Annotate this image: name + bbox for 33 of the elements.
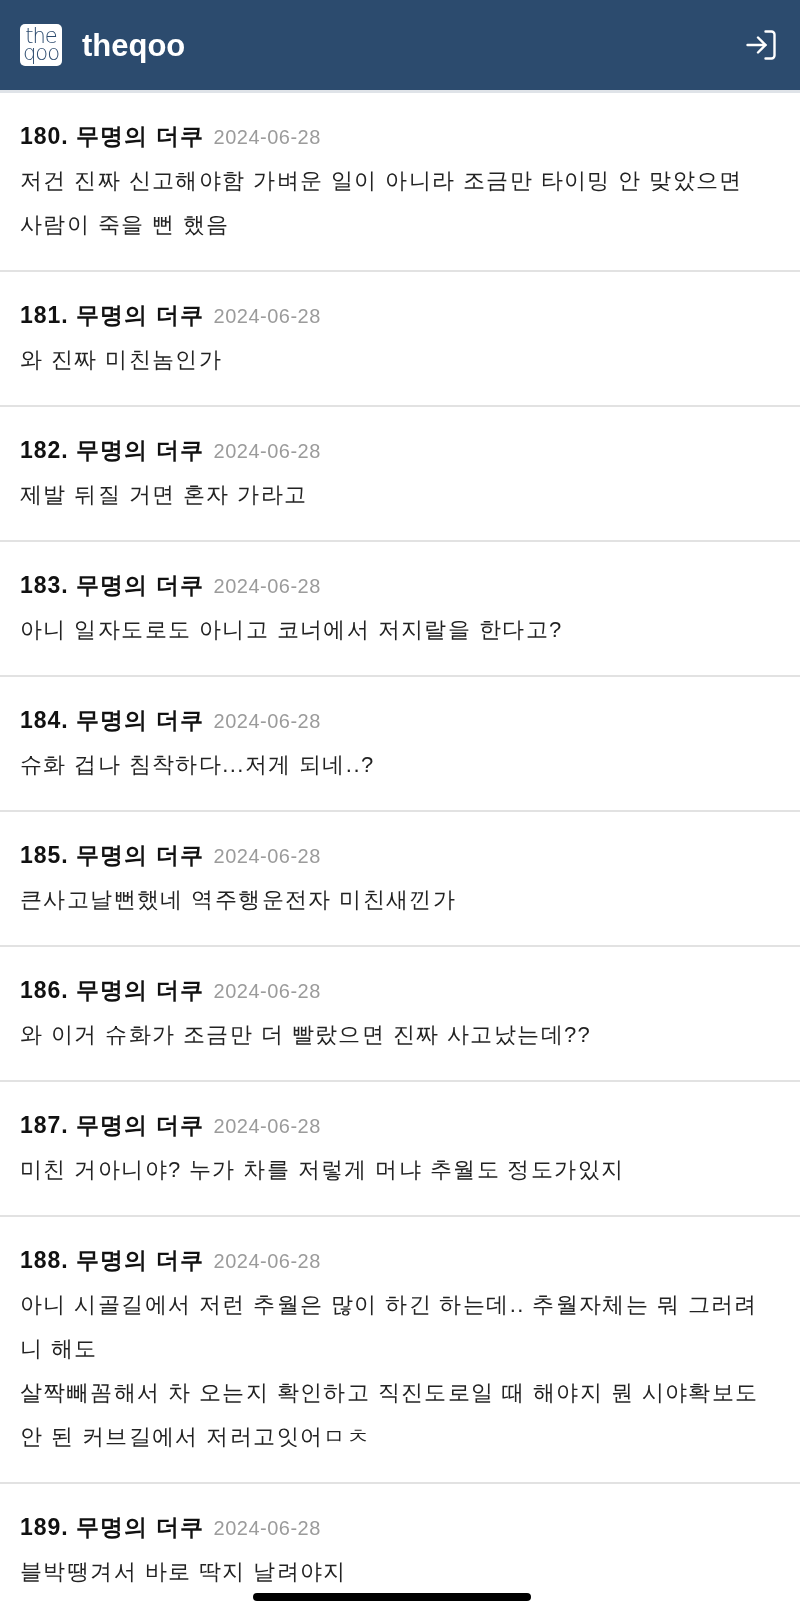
comment-date: 2024-06-28 [213,125,321,150]
comment-author: 184. 무명의 더쿠 [20,706,204,735]
comment-text: 미친 거아니야? 누가 차를 저렇게 머냐 추월도 정도가있지 [20,1156,626,1184]
login-icon[interactable] [744,30,778,60]
comment-date: 2024-06-28 [213,979,321,1004]
comment-text: 저건 진짜 신고해야함 가벼운 일이 아니라 조금만 타이밍 안 맞았으면 사람이 죽을 뻔 했음 [20,167,744,239]
comment-date: 2024-06-28 [213,844,321,869]
comment-author: 182. 무명의 더쿠 [20,436,204,465]
comment-date: 2024-06-28 [213,439,321,464]
comment-date: 2024-06-28 [213,304,321,329]
site-logo[interactable]: the qoo [20,24,62,66]
comment-author: 186. 무명의 더쿠 [20,976,204,1005]
comment-date: 2024-06-28 [213,1516,321,1541]
comment-author: 188. 무명의 더쿠 [20,1246,204,1275]
comment-author: 187. 무명의 더쿠 [20,1111,204,1140]
comment-author: 189. 무명의 더쿠 [20,1513,204,1542]
comment-date: 2024-06-28 [213,574,321,599]
site-title[interactable]: theqoo [82,29,186,61]
comment-text: 블박땡겨서 바로 딱지 날려야지 [20,1558,348,1586]
comment-text: 아니 일자도로도 아니고 코너에서 저지랄을 한다고? [20,616,564,644]
comment-author: 185. 무명의 더쿠 [20,841,204,870]
comment-date: 2024-06-28 [213,1114,321,1139]
comment-text: 와 이거 슈화가 조금만 더 빨랐으면 진짜 사고났는데?? [20,1021,593,1049]
comment-author: 180. 무명의 더쿠 [20,122,204,151]
comment-author: 183. 무명의 더쿠 [20,571,204,600]
comment-date: 2024-06-28 [213,709,321,734]
comment-author: 181. 무명의 더쿠 [20,301,204,330]
comment-text: 아니 시골길에서 저런 추월은 많이 하긴 하는데.. 추월자체는 뭐 그러려니 해도 살짝빼꼼해서 차 오는지 확인하고 직진도로일 때 해야지 뭔 시야확보도 안 된 커브길에서 저러고잇어ㅁㅊ [20,1291,760,1451]
comment-date: 2024-06-28 [213,1249,321,1274]
comment-text: 큰사고날뻔했네 역주행운전자 미친새낀가 [20,886,458,914]
comment-text: 제발 뒤질 거면 혼자 가라고 [20,481,309,509]
comment-text: 와 진짜 미친놈인가 [20,346,224,374]
comment-text: 슈화 겁나 침착하다...저게 되네..? [20,751,376,779]
